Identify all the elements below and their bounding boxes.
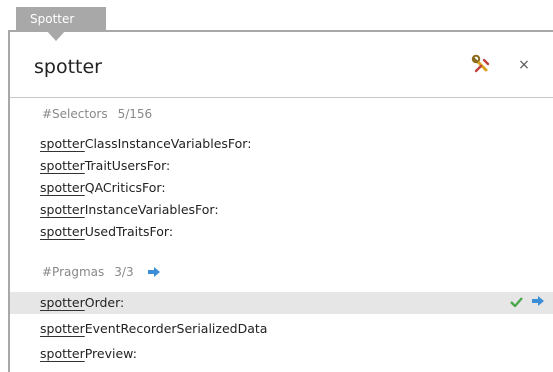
list-item[interactable]: spotterQACriticsFor: [10,177,553,199]
category-pragmas-header: #Pragmas 3/3 [42,265,161,281]
match-text: spotter [40,295,85,310]
list-item[interactable]: spotterClassInstanceVariablesFor: [10,133,553,155]
category-selectors-header: #Selectors 5/156 [42,107,152,121]
list-item[interactable]: spotterEventRecorderSerializedData [10,318,553,340]
list-item-selected[interactable]: spotterOrder: [10,292,553,314]
item-rest-text: Order: [84,295,125,310]
list-item[interactable]: spotterInstanceVariablesFor: [10,199,553,221]
item-rest-text: EventRecorderSerializedData [84,321,268,336]
search-divider [10,97,553,98]
category-name: #Pragmas [42,265,105,279]
arrow-right-icon[interactable] [147,266,161,281]
match-text: spotter [40,180,85,195]
arrow-right-icon[interactable] [531,292,545,314]
match-text: spotter [40,158,85,173]
item-rest-text: UsedTraitsFor: [84,224,174,239]
match-text: spotter [40,136,85,151]
category-name: #Selectors [42,107,108,121]
item-rest-text: ClassInstanceVariablesFor: [84,136,252,151]
checkmark-icon[interactable] [510,292,523,314]
wrench-icon[interactable] [470,54,492,76]
item-rest-text: QACriticsFor: [84,180,166,195]
match-text: spotter [40,346,85,361]
tab-pointer [46,30,66,41]
search-input[interactable]: spotter [34,56,102,78]
category-count: 3/3 [114,265,134,279]
item-rest-text: TraitUsersFor: [84,158,171,173]
spotter-tab: Spotter [16,7,106,31]
match-text: spotter [40,224,85,239]
list-item[interactable]: spotterUsedTraitsFor: [10,221,553,243]
list-item[interactable]: spotterTraitUsersFor: [10,155,553,177]
match-text: spotter [40,321,85,336]
close-icon[interactable]: × [516,57,532,73]
item-rest-text: Preview: [84,346,137,361]
category-count: 5/156 [117,107,153,121]
list-item[interactable]: spotterPreview: [10,343,553,365]
item-rest-text: InstanceVariablesFor: [84,202,219,217]
match-text: spotter [40,202,85,217]
